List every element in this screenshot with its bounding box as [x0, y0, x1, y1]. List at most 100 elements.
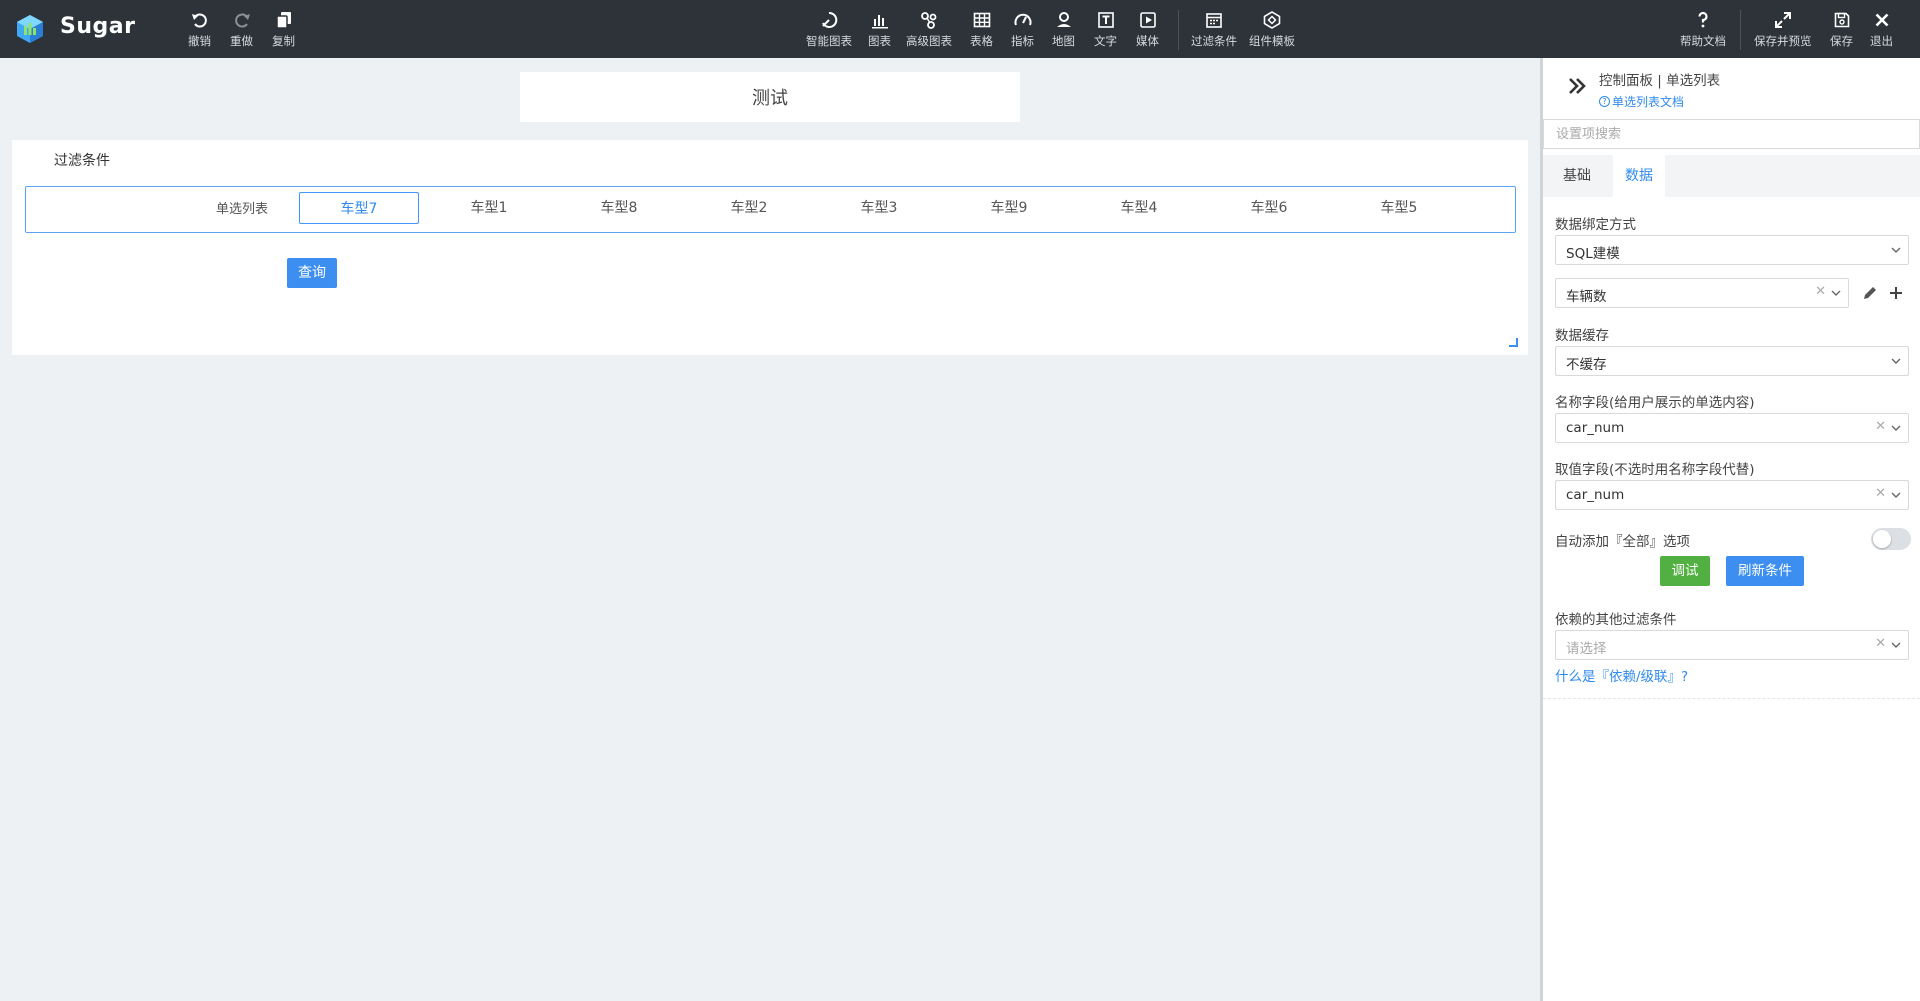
tool-media-label: 媒体	[1136, 34, 1159, 48]
tool-map[interactable]: 地图	[1052, 10, 1075, 49]
save-icon	[1834, 12, 1849, 28]
dependency-placeholder: 请选择	[1566, 641, 1607, 657]
report-title[interactable]: 测试	[520, 72, 1020, 122]
value-field-label: 取值字段(不选时用名称字段代替)	[1555, 462, 1755, 478]
radio-option[interactable]: 车型8	[559, 192, 679, 224]
save-preview-label: 保存并预览	[1754, 34, 1812, 48]
collapse-panel-icon[interactable]	[1565, 74, 1589, 98]
value-field-select[interactable]: car_num ✕	[1555, 480, 1909, 510]
clear-icon[interactable]: ✕	[1875, 419, 1886, 434]
filter-calendar-icon	[1206, 13, 1222, 28]
radio-option[interactable]: 车型9	[949, 192, 1069, 224]
resize-handle[interactable]	[1509, 338, 1518, 347]
tool-indicator-label: 指标	[1011, 34, 1034, 48]
tool-filter[interactable]: 过滤条件	[1191, 10, 1237, 49]
tool-smart-chart-label: 智能图表	[806, 34, 852, 48]
name-field-select[interactable]: car_num ✕	[1555, 413, 1909, 443]
name-field-value: car_num	[1566, 420, 1625, 436]
chevron-down-icon	[1831, 290, 1841, 296]
copy-label: 复制	[272, 34, 295, 48]
sugar-logo-icon	[17, 15, 43, 43]
editor-canvas: 测试 过滤条件 单选列表 车型7 车型1 车型8 车型2 车型3 车型9 车型4…	[0, 58, 1540, 1001]
gauge-icon	[1014, 13, 1031, 26]
copy-button[interactable]: 复制	[272, 10, 295, 49]
map-pin-icon	[1056, 12, 1071, 27]
bar-chart-icon	[871, 15, 888, 29]
table-icon	[973, 12, 990, 28]
chevron-down-icon	[1891, 358, 1901, 364]
tool-template[interactable]: 组件模板	[1249, 10, 1295, 49]
radio-option[interactable]: 车型7	[299, 192, 419, 224]
clear-icon[interactable]: ✕	[1875, 636, 1886, 651]
tool-text[interactable]: 文字	[1094, 10, 1117, 49]
clear-icon[interactable]: ✕	[1875, 486, 1886, 501]
radio-option[interactable]: 车型4	[1079, 192, 1199, 224]
value-field-value: car_num	[1566, 487, 1625, 503]
dependency-select[interactable]: 请选择 ✕	[1555, 630, 1909, 660]
chevron-down-icon	[1891, 247, 1901, 253]
undo-button[interactable]: 撤销	[188, 10, 211, 49]
refresh-conditions-button[interactable]: 刷新条件	[1726, 556, 1804, 586]
question-circle-icon: ?	[1599, 96, 1610, 107]
toolbar-divider	[1178, 10, 1179, 50]
media-play-icon	[1139, 12, 1156, 28]
model-value: 车辆数	[1566, 289, 1607, 305]
radio-option[interactable]: 车型3	[819, 192, 939, 224]
help-doc-label: 帮助文档	[1680, 34, 1726, 48]
redo-icon	[234, 13, 250, 28]
help-doc-button[interactable]: 帮助文档	[1680, 10, 1726, 49]
model-select[interactable]: 车辆数 ✕	[1555, 278, 1849, 308]
tool-advanced-chart-label: 高级图表	[906, 34, 952, 48]
tool-map-label: 地图	[1052, 34, 1075, 48]
help-icon	[1698, 11, 1708, 28]
tool-media[interactable]: 媒体	[1136, 10, 1159, 49]
panel-tabs: 基础 数据	[1543, 155, 1920, 197]
save-button[interactable]: 保存	[1830, 10, 1853, 49]
exit-button[interactable]: 退出	[1870, 10, 1893, 49]
settings-search-input[interactable]	[1543, 119, 1920, 149]
debug-button[interactable]: 调试	[1660, 556, 1710, 586]
filter-title: 过滤条件	[54, 153, 110, 169]
undo-label: 撤销	[188, 34, 211, 48]
auto-all-label: 自动添加『全部』选项	[1555, 534, 1690, 550]
cache-value: 不缓存	[1566, 357, 1607, 373]
dependency-label: 依赖的其他过滤条件	[1555, 612, 1677, 628]
auto-all-toggle[interactable]	[1871, 528, 1911, 550]
tool-chart-label: 图表	[868, 34, 891, 48]
report-title-text: 测试	[752, 88, 788, 109]
edit-model-icon[interactable]	[1861, 284, 1879, 302]
name-field-label: 名称字段(给用户展示的单选内容)	[1555, 395, 1755, 411]
control-panel: 控制面板 | 单选列表 ? 单选列表文档 基础 数据 数据绑定方式 SQL建模 …	[1540, 58, 1920, 1001]
cache-select[interactable]: 不缓存	[1555, 346, 1909, 376]
chevron-down-icon	[1891, 425, 1901, 431]
doc-link[interactable]: ? 单选列表文档	[1599, 93, 1684, 110]
cache-label: 数据缓存	[1555, 328, 1609, 344]
tool-table[interactable]: 表格	[970, 10, 993, 49]
save-preview-button[interactable]: 保存并预览	[1754, 10, 1812, 49]
radio-option[interactable]: 车型6	[1209, 192, 1329, 224]
exit-label: 退出	[1870, 34, 1893, 48]
binding-select[interactable]: SQL建模	[1555, 235, 1909, 265]
tool-advanced-chart[interactable]: 高级图表	[906, 10, 952, 49]
binding-label: 数据绑定方式	[1555, 217, 1636, 233]
binding-value: SQL建模	[1566, 246, 1620, 262]
tool-smart-chart[interactable]: 智能图表	[806, 10, 852, 49]
advanced-chart-icon	[921, 12, 937, 29]
tab-basic[interactable]: 基础	[1551, 155, 1603, 197]
tool-template-label: 组件模板	[1249, 34, 1295, 48]
query-button[interactable]: 查询	[287, 258, 337, 288]
add-model-icon[interactable]	[1887, 284, 1905, 302]
tool-indicator[interactable]: 指标	[1011, 10, 1034, 49]
radio-option[interactable]: 车型5	[1339, 192, 1459, 224]
radio-list-label: 单选列表	[216, 202, 269, 217]
tab-data[interactable]: 数据	[1613, 155, 1665, 197]
filter-component[interactable]: 过滤条件 单选列表 车型7 车型1 车型8 车型2 车型3 车型9 车型4 车型…	[12, 140, 1528, 355]
clear-icon[interactable]: ✕	[1815, 284, 1826, 299]
redo-button[interactable]: 重做	[230, 10, 253, 49]
tool-chart[interactable]: 图表	[868, 10, 891, 49]
tool-filter-label: 过滤条件	[1191, 34, 1237, 48]
dependency-help-link[interactable]: 什么是『依赖/级联』?	[1555, 665, 1688, 685]
radio-option[interactable]: 车型2	[689, 192, 809, 224]
save-label: 保存	[1830, 34, 1853, 48]
radio-option[interactable]: 车型1	[429, 192, 549, 224]
